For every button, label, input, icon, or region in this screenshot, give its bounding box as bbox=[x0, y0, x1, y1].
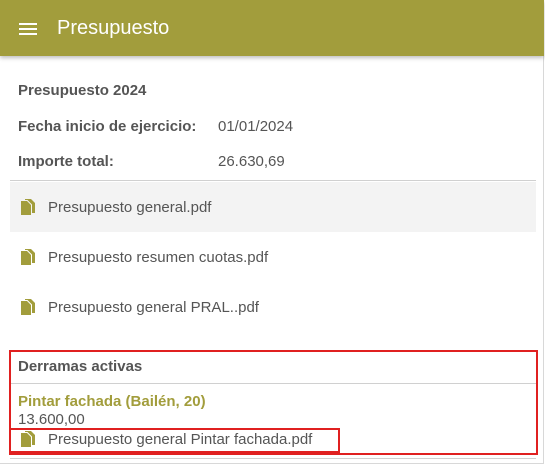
file-item[interactable]: Presupuesto general PRAL..pdf bbox=[10, 282, 536, 332]
divider bbox=[10, 383, 536, 384]
menu-icon[interactable] bbox=[19, 20, 39, 36]
derramas-title: Derramas activas bbox=[18, 358, 143, 375]
file-name: Presupuesto resumen cuotas.pdf bbox=[48, 248, 269, 266]
pdf-file-icon bbox=[21, 431, 35, 447]
divider bbox=[10, 458, 536, 459]
page-title: Presupuesto bbox=[57, 16, 170, 39]
derrama-name[interactable]: Pintar fachada (Bailén, 20) bbox=[18, 393, 206, 410]
start-date-value: 01/01/2024 bbox=[218, 118, 294, 135]
start-date-label: Fecha inicio de ejercicio: bbox=[18, 118, 197, 135]
total-amount-value: 26.630,69 bbox=[218, 153, 285, 170]
derrama-file-item[interactable]: Presupuesto general Pintar fachada.pdf bbox=[10, 428, 536, 450]
file-name: Presupuesto general PRAL..pdf bbox=[48, 298, 259, 316]
divider bbox=[10, 180, 536, 181]
pdf-file-icon bbox=[21, 199, 35, 215]
file-name: Presupuesto general Pintar fachada.pdf bbox=[48, 430, 313, 448]
total-amount-label: Importe total: bbox=[18, 153, 114, 170]
file-name: Presupuesto general.pdf bbox=[48, 198, 212, 216]
pdf-file-icon bbox=[21, 249, 35, 265]
budget-title: Presupuesto 2024 bbox=[18, 82, 147, 99]
file-item[interactable]: Presupuesto general.pdf bbox=[10, 182, 536, 232]
file-item[interactable]: Presupuesto resumen cuotas.pdf bbox=[10, 232, 536, 282]
derrama-amount: 13.600,00 bbox=[18, 411, 85, 428]
app-bar: Presupuesto bbox=[0, 0, 544, 56]
pdf-file-icon bbox=[21, 299, 35, 315]
